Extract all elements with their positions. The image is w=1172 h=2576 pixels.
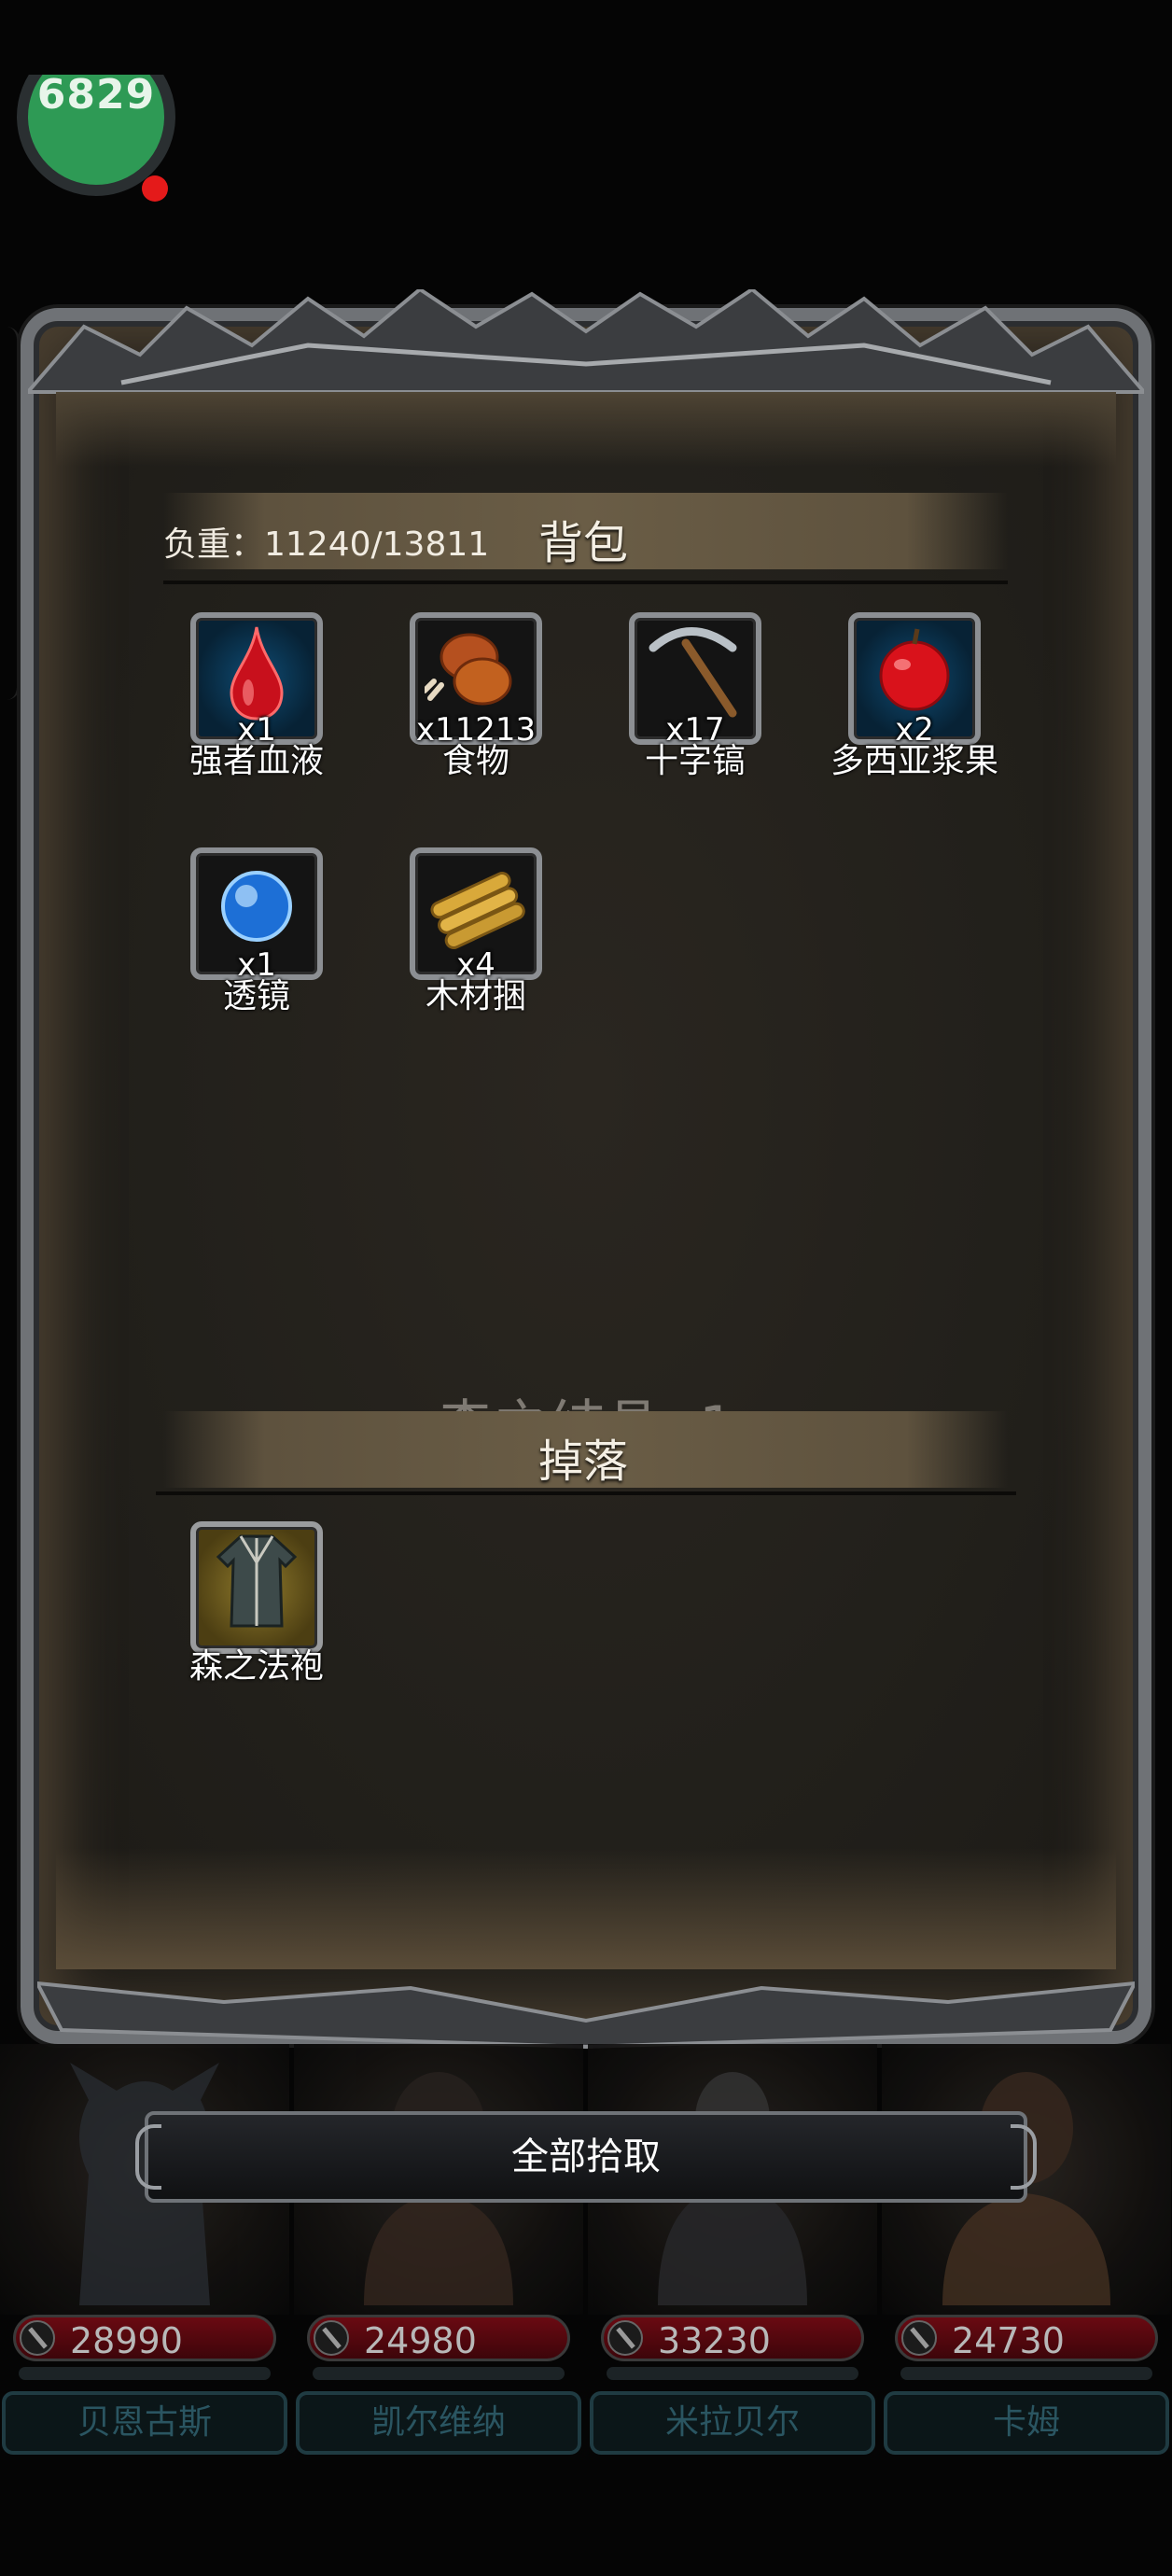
energy-bar <box>900 2367 1152 2380</box>
parchment-bottom-edge <box>56 1848 1116 1969</box>
hero-card[interactable]: 24980 凯尔维纳 <box>294 2044 583 2464</box>
pickaxe-icon <box>649 627 737 718</box>
item-name: 强者血液 <box>188 742 324 780</box>
hero-card[interactable]: 28990 贝恩古斯 <box>0 2044 289 2464</box>
item-name: 十字镐 <box>644 742 746 780</box>
apple-icon <box>879 628 950 711</box>
meat-icon <box>425 633 512 706</box>
energy-bar <box>19 2367 271 2380</box>
item-name: 多西亚浆果 <box>830 742 998 780</box>
hp-bar: 24730 <box>895 2315 1158 2361</box>
weight-label: 负重：11240/13811 <box>163 525 490 564</box>
item-name: 透镜 <box>222 977 290 1015</box>
sword-icon <box>314 2320 349 2356</box>
sword-icon <box>901 2320 937 2356</box>
side-drawer-handle[interactable] <box>0 327 20 700</box>
timer-value: 6829 <box>36 75 156 119</box>
hp-bar: 28990 <box>13 2315 276 2361</box>
drops-divider <box>156 1491 1016 1495</box>
hp-bar: 24980 <box>307 2315 570 2361</box>
robe-icon <box>216 1534 298 1628</box>
hero-card[interactable]: 33230 米拉贝尔 <box>588 2044 877 2464</box>
wood-bundle-icon <box>430 872 525 949</box>
item-name: 食物 <box>441 742 509 780</box>
lens-orb-icon <box>221 871 292 942</box>
drops-title: 掉落 <box>538 1435 629 1488</box>
blood-drop-icon <box>230 626 284 721</box>
sword-icon <box>607 2320 643 2356</box>
drop-slot-robe[interactable] <box>187 1518 327 1658</box>
hero-name: 米拉贝尔 <box>590 2391 875 2455</box>
energy-bar <box>313 2367 565 2380</box>
item-slot-blood[interactable]: x1 <box>187 609 327 749</box>
item-slot-berry[interactable]: x2 <box>844 609 984 749</box>
parchment-top-edge <box>56 392 1116 467</box>
item-slot-lens[interactable]: x1 <box>187 844 327 984</box>
hp-value: 28990 <box>70 2320 183 2361</box>
hero-name: 贝恩古斯 <box>2 2391 287 2455</box>
sword-icon <box>20 2320 55 2356</box>
hp-bar: 33230 <box>601 2315 864 2361</box>
hp-value: 33230 <box>658 2320 771 2361</box>
notification-dot <box>142 175 168 202</box>
hp-value: 24730 <box>952 2320 1065 2361</box>
frame-crest-ornament <box>28 289 1144 394</box>
backpack-title: 背包 <box>538 517 629 569</box>
item-name: 木材捆 <box>425 977 526 1015</box>
hero-name: 卡姆 <box>884 2391 1169 2455</box>
item-slot-wood[interactable]: x4 <box>406 844 546 984</box>
hero-name: 凯尔维纳 <box>296 2391 581 2455</box>
pick-all-button[interactable]: 全部拾取 <box>135 2111 1037 2203</box>
item-name: 森之法袍 <box>188 1647 324 1686</box>
hero-card[interactable]: 24730 卡姆 <box>882 2044 1171 2464</box>
item-slot-food[interactable]: x11213 <box>406 609 546 749</box>
backpack-divider <box>163 581 1008 584</box>
item-slot-pickaxe[interactable]: x17 <box>625 609 765 749</box>
hp-value: 24980 <box>364 2320 477 2361</box>
energy-bar <box>607 2367 858 2380</box>
frame-bottom-ornament <box>37 1981 1135 2049</box>
